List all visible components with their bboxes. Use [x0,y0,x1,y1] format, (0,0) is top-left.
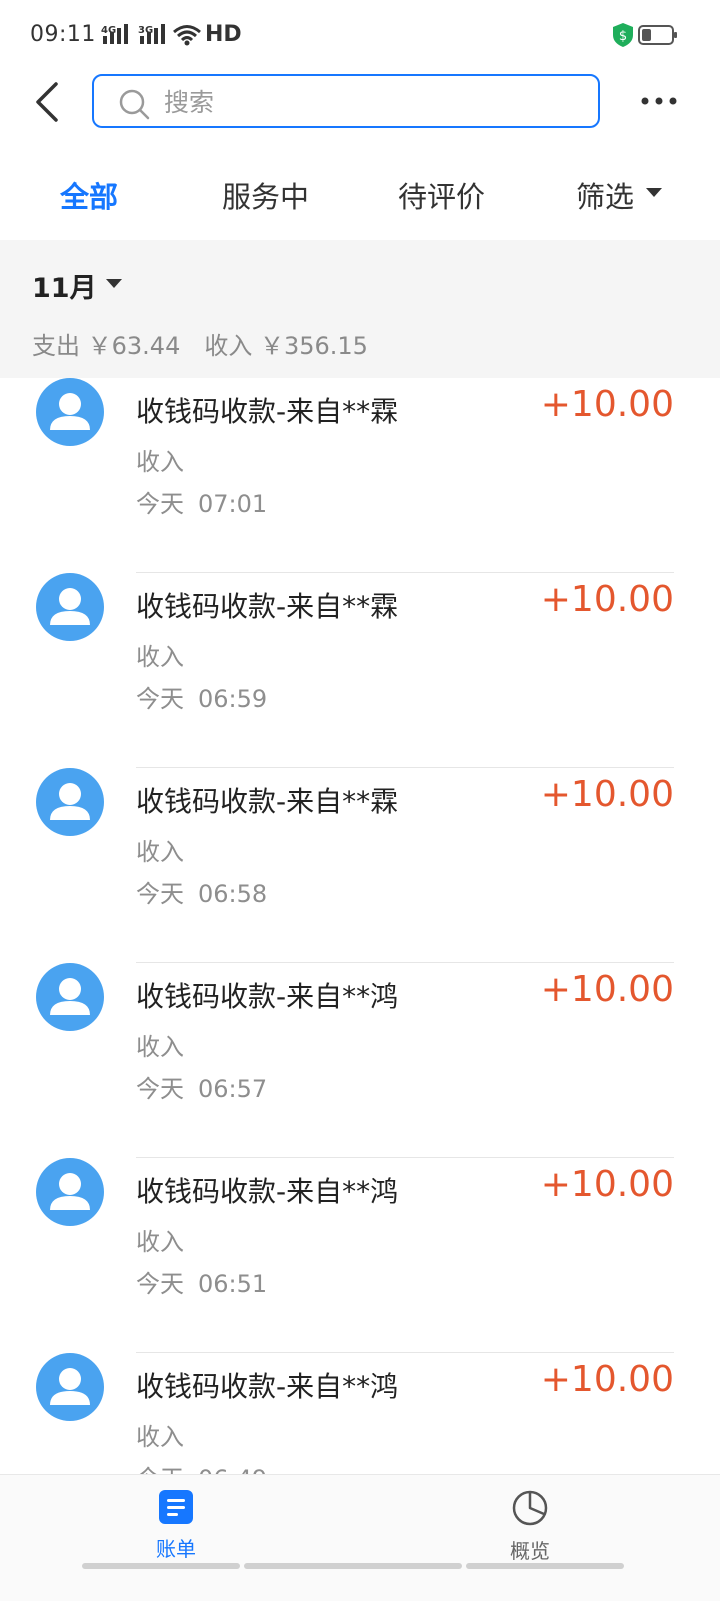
bill-icon [159,1490,193,1524]
transaction-type: 收入 [136,1033,184,1061]
security-shield-icon: $ [613,23,633,47]
transaction-amount: +10.00 [540,1164,674,1205]
signal-icon [140,24,165,44]
wifi-icon [173,25,201,46]
transaction-time: 今天 07:01 [136,490,268,518]
transaction-row[interactable]: 收钱码收款-来自**霖 收入 今天 07:01 +10.00 [0,378,720,573]
month-summary-panel: 11月 支出 ￥63.44 收入 ￥356.15 [0,240,720,378]
avatar [36,768,104,836]
status-time: 09:11 [30,22,96,47]
filter-caret-down-icon[interactable] [646,188,662,198]
transaction-row[interactable]: 收钱码收款-来自**霖 收入 今天 06:58 +10.00 [0,768,720,963]
nav-bill[interactable]: 账单 [116,1489,236,1562]
transaction-row[interactable]: 收钱码收款-来自**霖 收入 今天 06:59 +10.00 [0,573,720,768]
tab-bar: 全部 服务中 待评价 筛选 [0,160,720,230]
transaction-amount: +10.00 [540,969,674,1010]
user-avatar-icon [50,1368,90,1405]
bottom-nav: 账单 概览 [0,1474,720,1601]
transaction-type: 收入 [136,448,184,476]
search-bar[interactable] [92,74,600,128]
month-selector[interactable]: 11月 [32,266,97,305]
transaction-row[interactable]: 收钱码收款-来自**鸿 收入 今天06:49 +10.00 [0,1353,720,1474]
expense-total: 支出 ￥63.44 [32,332,181,360]
transaction-row[interactable]: 收钱码收款-来自**鸿 收入 今天 06:51 +10.00 [0,1158,720,1353]
nav-bill-label: 账单 [156,1537,196,1561]
transaction-amount: +10.00 [540,774,674,815]
search-icon [119,89,150,120]
avatar [36,573,104,641]
transaction-type: 收入 [136,1228,184,1256]
hd-indicator: HD [205,22,242,47]
transaction-list: 收钱码收款-来自**霖 收入 今天 07:01 +10.00 收钱码收款-来自**… [0,378,720,1474]
nav-overview-label: 概览 [510,1539,550,1563]
transaction-amount: +10.00 [540,579,674,620]
transaction-title: 收钱码收款-来自**霖 [136,785,399,818]
tab-all[interactable]: 全部 [60,174,118,216]
transaction-type: 收入 [136,1423,184,1451]
user-avatar-icon [50,588,90,625]
transaction-amount: +10.00 [540,384,674,425]
signal-icon [103,24,128,44]
user-avatar-icon [50,978,90,1015]
transaction-time: 今天 06:57 [136,1075,268,1103]
transaction-time: 今天 06:59 [136,685,268,713]
battery-icon [638,25,677,45]
svg-text:$: $ [619,29,627,44]
search-input[interactable] [162,84,586,120]
back-arrow-icon[interactable] [30,80,70,124]
month-summary: 支出 ￥63.44 收入 ￥356.15 [32,326,392,361]
transaction-title: 收钱码收款-来自**鸿 [136,1175,399,1208]
user-avatar-icon [50,783,90,820]
user-avatar-icon [50,1173,90,1210]
transaction-amount: +10.00 [540,1359,674,1400]
avatar [36,378,104,446]
system-nav-bar [466,1563,624,1569]
transaction-title: 收钱码收款-来自**霖 [136,590,399,623]
transaction-type: 收入 [136,643,184,671]
avatar [36,963,104,1031]
tab-pending-review[interactable]: 待评价 [398,174,485,216]
more-options-icon[interactable] [640,96,680,106]
status-bar: 09:11 4G 3G HD $ [0,0,720,70]
transaction-row[interactable]: 收钱码收款-来自**鸿 收入 今天 06:57 +10.00 [0,963,720,1158]
system-nav-bar [82,1563,240,1569]
transaction-title: 收钱码收款-来自**霖 [136,395,399,428]
transaction-title: 收钱码收款-来自**鸿 [136,1370,399,1403]
pie-chart-icon [512,1490,548,1526]
tab-filter[interactable]: 筛选 [576,174,634,216]
tab-in-service[interactable]: 服务中 [222,174,309,216]
transaction-time: 今天 06:58 [136,880,268,908]
nav-overview[interactable]: 概览 [470,1489,590,1564]
transaction-time: 今天 06:51 [136,1270,268,1298]
user-avatar-icon [50,393,90,430]
month-caret-down-icon[interactable] [106,279,122,289]
system-nav-bar [244,1563,462,1569]
income-total: 收入 ￥356.15 [204,332,368,360]
transaction-title: 收钱码收款-来自**鸿 [136,980,399,1013]
transaction-type: 收入 [136,838,184,866]
avatar [36,1158,104,1226]
transaction-time: 今天06:49 [136,1459,267,1474]
avatar [36,1353,104,1421]
